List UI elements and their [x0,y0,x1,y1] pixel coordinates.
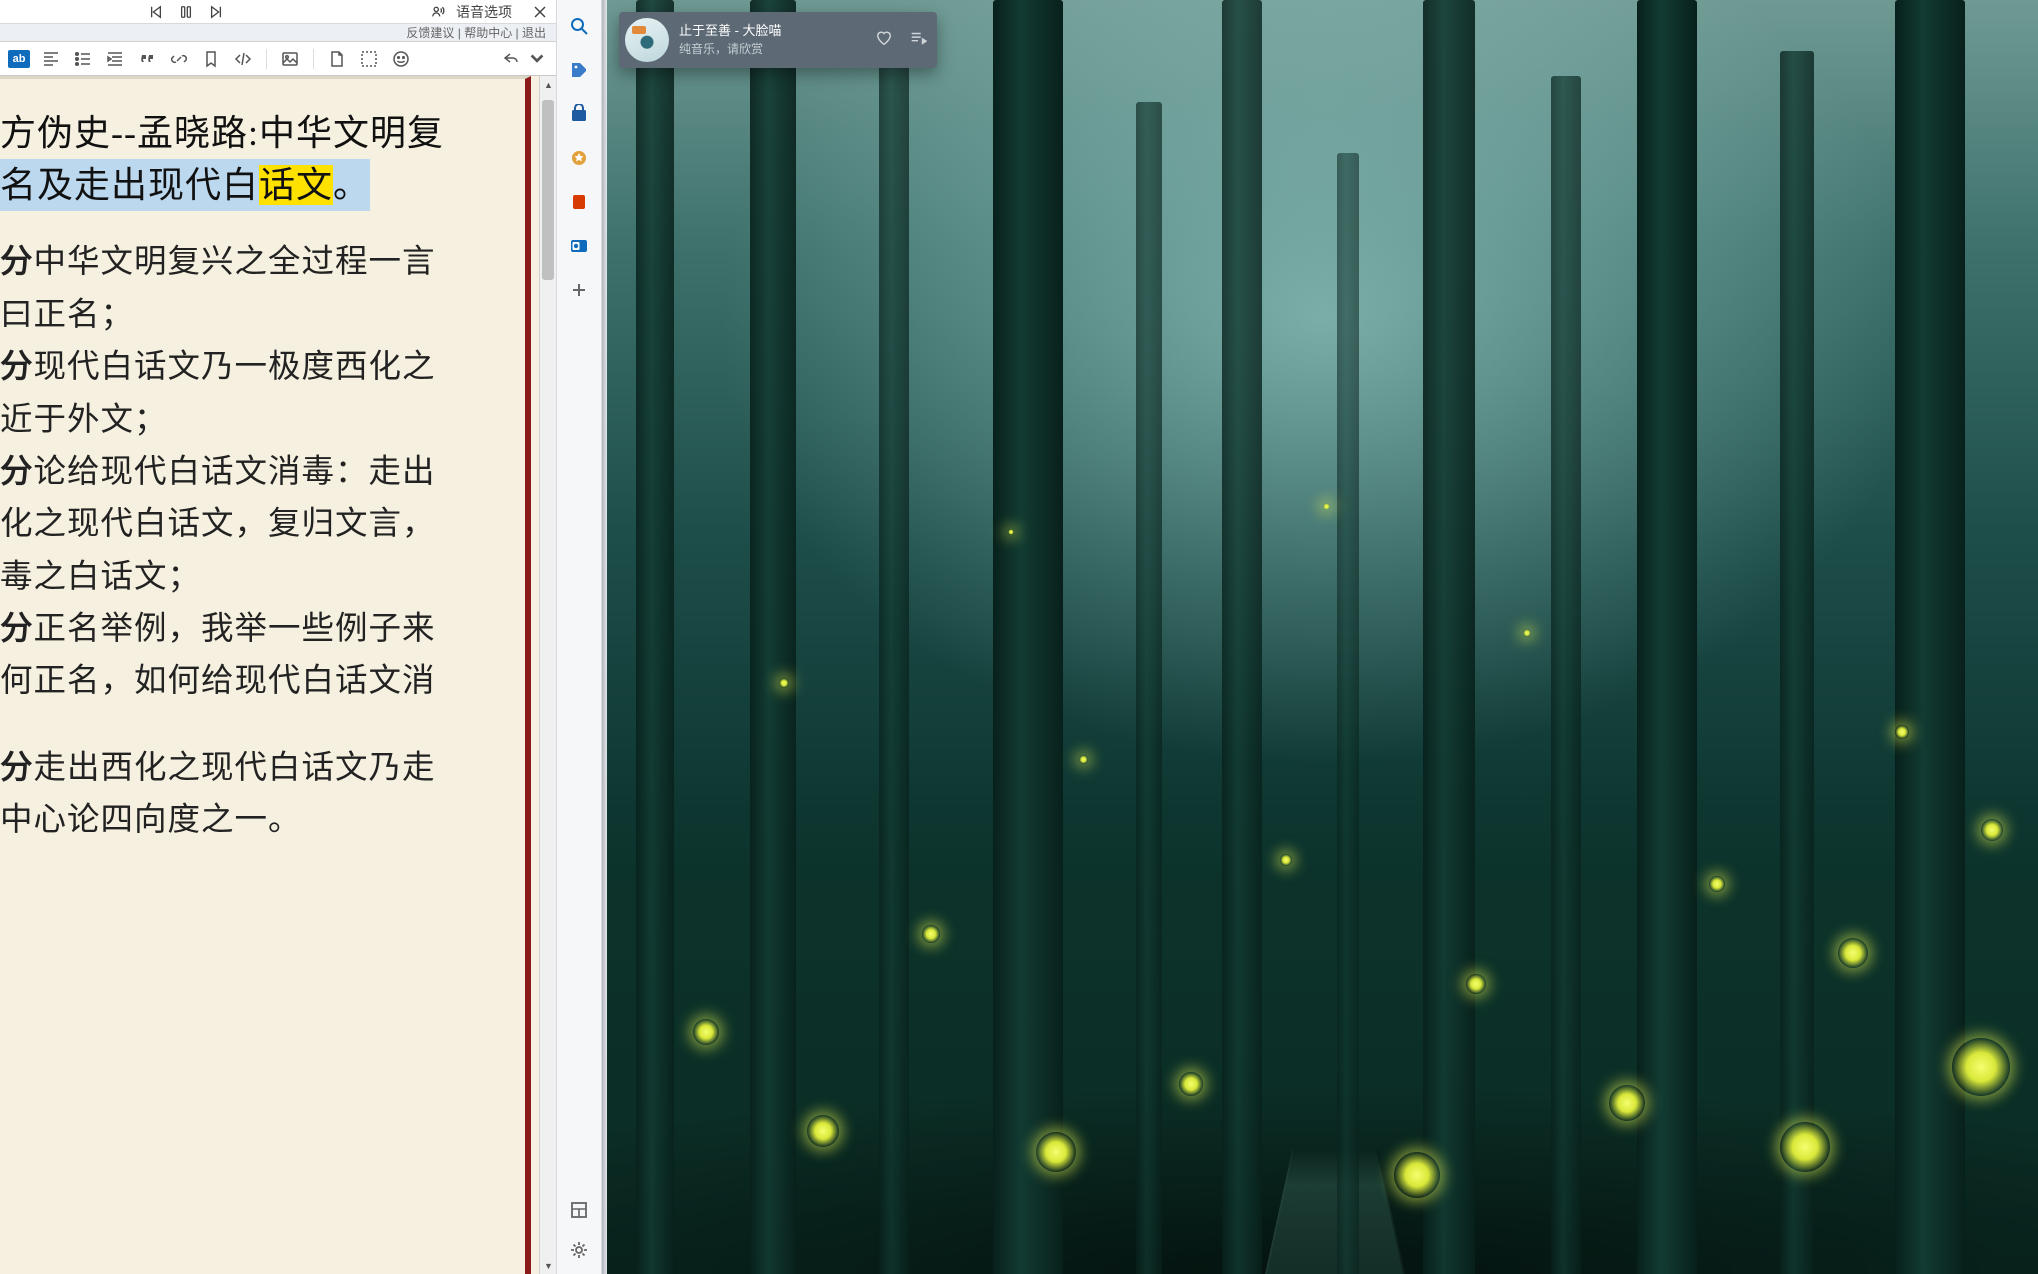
office-icon[interactable] [567,190,591,214]
scroll-down-arrow[interactable]: ▼ [540,1257,556,1274]
layout-icon[interactable] [567,1198,591,1222]
title-highlight: 话文 [259,165,333,205]
select-area-button[interactable] [358,48,380,70]
next-track-button[interactable] [208,4,224,20]
music-now-playing-card[interactable]: 止于至善 - 大脸喵 纯音乐，请欣赏 [619,12,937,68]
vertical-scrollbar[interactable]: ▲ ▼ [539,76,556,1274]
document-area: 方伪史--孟晓路:中华文明复 名及走出现代白话文。 分中华文明复兴之全过程一言 … [0,76,556,1274]
title-line1: 方伪史--孟晓路:中华文明复 [0,113,444,153]
indent-button[interactable] [104,48,126,70]
undo-button[interactable] [500,48,522,70]
quote-button[interactable] [136,48,158,70]
reader-player-bar: 语音选项 [0,0,556,24]
close-reader-button[interactable] [532,4,548,20]
ab-highlight-button[interactable]: ab [8,50,30,68]
editor-toolbar: ab [0,42,556,76]
document-page[interactable]: 方伪史--孟晓路:中华文明复 名及走出现代白话文。 分中华文明复兴之全过程一言 … [0,76,531,1274]
align-left-button[interactable] [40,48,62,70]
track-subtitle: 纯音乐，请欣赏 [679,42,782,57]
desktop-wallpaper: 止于至善 - 大脸喵 纯音乐，请欣赏 [607,0,2038,1274]
undo-dropdown[interactable] [526,48,548,70]
title-line2-selected: 名及走出现代白话文。 [0,159,370,211]
scroll-thumb[interactable] [542,100,554,280]
album-cover[interactable] [625,18,669,62]
settings-gear-icon[interactable] [567,1238,591,1262]
reader-pane: 语音选项 反馈建议 | 帮助中心 | 退出 ab [0,0,556,1274]
bookmark-button[interactable] [200,48,222,70]
link-button[interactable] [168,48,190,70]
outlook-icon[interactable] [567,234,591,258]
page-button[interactable] [326,48,348,70]
like-heart-icon[interactable] [875,29,893,52]
document-title[interactable]: 方伪史--孟晓路:中华文明复 名及走出现代白话文。 [0,107,499,211]
header-links[interactable]: 反馈建议 | 帮助中心 | 退出 [0,24,556,42]
browser-side-rail [556,0,602,1274]
voice-options-label[interactable]: 语音选项 [456,2,512,22]
image-button[interactable] [279,48,301,70]
search-icon[interactable] [567,14,591,38]
voice-icon [430,4,446,20]
header-links-text[interactable]: 反馈建议 | 帮助中心 | 退出 [406,24,546,41]
rewards-icon[interactable] [567,146,591,170]
playlist-queue-icon[interactable] [909,29,927,52]
add-rail-button[interactable] [567,278,591,302]
document-body[interactable]: 分中华文明复兴之全过程一言 曰正名； 分现代白话文乃一极度西化之 近于外文； 分… [0,237,499,845]
bookmark-tag-icon[interactable] [567,58,591,82]
emoji-button[interactable] [390,48,412,70]
pause-button[interactable] [178,4,194,20]
track-title: 止于至善 - 大脸喵 [679,23,782,39]
shopping-icon[interactable] [567,102,591,126]
list-bullets-button[interactable] [72,48,94,70]
prev-track-button[interactable] [148,4,164,20]
code-button[interactable] [232,48,254,70]
scroll-up-arrow[interactable]: ▲ [540,76,556,93]
